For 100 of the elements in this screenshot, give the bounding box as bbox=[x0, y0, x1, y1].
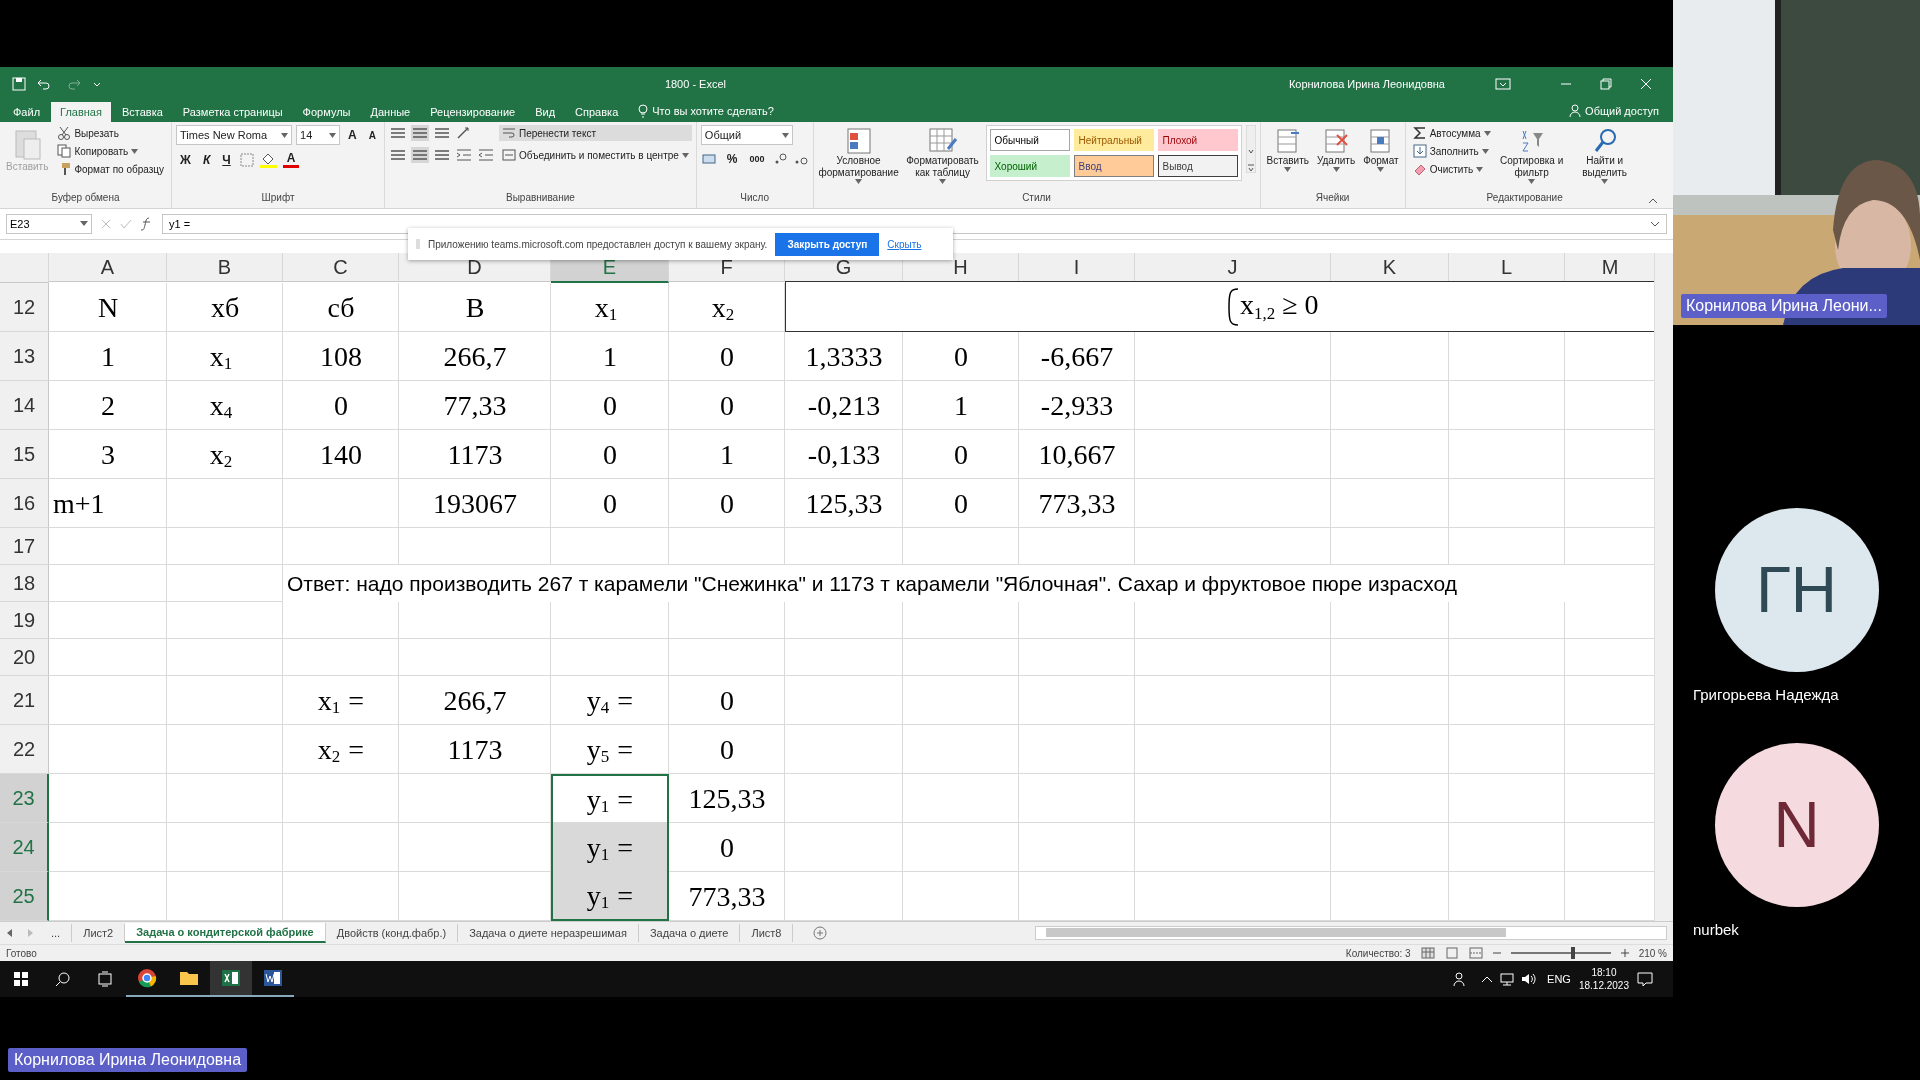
more-sheets-button[interactable]: ... bbox=[40, 924, 73, 942]
page-layout-icon[interactable] bbox=[1444, 947, 1459, 959]
align-center-icon[interactable] bbox=[410, 147, 429, 163]
row-header[interactable]: 14 bbox=[0, 381, 49, 430]
zoom-in-icon[interactable] bbox=[1620, 949, 1629, 957]
cell-style-item[interactable]: Нейтральный bbox=[1073, 129, 1154, 151]
row-header[interactable]: 25 bbox=[0, 872, 49, 921]
volume-icon[interactable] bbox=[1521, 972, 1538, 986]
outdent-icon[interactable] bbox=[476, 147, 495, 163]
share-button[interactable]: Общий доступ bbox=[1555, 100, 1673, 122]
save-icon[interactable] bbox=[12, 76, 26, 91]
hide-link[interactable]: Скрыть bbox=[887, 238, 922, 250]
cut-button[interactable]: Вырезать bbox=[54, 125, 168, 141]
gallery-scroll-icon[interactable] bbox=[1245, 125, 1256, 173]
row-header[interactable]: 20 bbox=[0, 639, 49, 676]
column-header[interactable]: M bbox=[1565, 253, 1654, 282]
fill-color-icon[interactable] bbox=[258, 151, 279, 168]
cell-style-item[interactable]: Плохой bbox=[1157, 129, 1238, 151]
align-bottom-icon[interactable] bbox=[432, 125, 451, 141]
cell-style-item[interactable]: Хороший bbox=[989, 155, 1070, 177]
font-size-select[interactable]: 14 bbox=[296, 125, 341, 145]
stop-sharing-button[interactable]: Закрыть доступ bbox=[775, 232, 880, 256]
fill-button[interactable]: Заполнить bbox=[1409, 143, 1494, 159]
ribbon-tab[interactable]: Вставка bbox=[112, 102, 172, 122]
autosum-button[interactable]: Автосумма bbox=[1409, 125, 1494, 141]
cell-style-item[interactable]: Обычный bbox=[989, 129, 1070, 151]
bold-button[interactable]: Ж bbox=[176, 152, 195, 167]
column-header[interactable]: B bbox=[167, 253, 283, 282]
cells-button[interactable]: Вставить bbox=[1264, 125, 1311, 192]
indent-icon[interactable] bbox=[454, 147, 473, 163]
font-color-button[interactable]: A bbox=[282, 151, 300, 168]
network-icon[interactable] bbox=[1499, 972, 1516, 986]
row-header[interactable]: 21 bbox=[0, 676, 49, 725]
name-box[interactable]: E23 bbox=[6, 214, 92, 234]
format-as-table-button[interactable]: Форматировать как таблицу bbox=[903, 125, 982, 192]
cells-button[interactable]: Удалить bbox=[1314, 125, 1358, 192]
shrink-font-button[interactable]: A bbox=[364, 129, 380, 141]
row-header[interactable]: 18 bbox=[0, 565, 49, 602]
tray-caret-icon[interactable] bbox=[1481, 974, 1494, 984]
people-icon[interactable] bbox=[1451, 971, 1468, 987]
horizontal-scrollbar[interactable] bbox=[1035, 926, 1667, 940]
row-header[interactable]: 23 bbox=[0, 774, 49, 823]
add-sheet-icon[interactable] bbox=[813, 926, 828, 940]
row-header[interactable]: 12 bbox=[0, 283, 49, 332]
sheet-tab[interactable]: Задача о диете bbox=[638, 924, 741, 942]
vertical-scrollbar[interactable] bbox=[1654, 253, 1673, 921]
sheet-tab[interactable]: Лист8 bbox=[740, 924, 794, 942]
find-select-button[interactable]: Найти и выделить bbox=[1569, 125, 1640, 192]
search-icon[interactable] bbox=[55, 971, 71, 987]
ribbon-tab[interactable]: Формулы bbox=[293, 102, 360, 122]
ribbon-tab[interactable]: Справка bbox=[566, 102, 628, 122]
row-header[interactable]: 15 bbox=[0, 430, 49, 479]
thousands-button[interactable]: 000 bbox=[745, 154, 769, 164]
column-header[interactable]: K bbox=[1331, 253, 1449, 282]
column-header[interactable]: A bbox=[49, 253, 167, 282]
ribbon-tab[interactable]: Данные bbox=[361, 102, 420, 122]
row-header[interactable]: 13 bbox=[0, 332, 49, 381]
cells-button[interactable]: Формат bbox=[1361, 125, 1401, 192]
page-break-icon[interactable] bbox=[1468, 947, 1483, 959]
zoom-out-icon[interactable] bbox=[1492, 949, 1501, 957]
row-header[interactable]: 17 bbox=[0, 528, 49, 565]
align-top-icon[interactable] bbox=[388, 125, 407, 141]
italic-button[interactable]: К bbox=[198, 152, 215, 167]
align-left-icon[interactable] bbox=[388, 147, 407, 163]
ribbon-tab[interactable]: Файл bbox=[4, 102, 50, 122]
task-view-icon[interactable] bbox=[97, 971, 113, 987]
ribbon-tab[interactable]: Разметка страницы bbox=[173, 102, 292, 122]
percent-button[interactable]: % bbox=[722, 152, 742, 166]
normal-view-icon[interactable] bbox=[1420, 947, 1435, 959]
format-painter-button[interactable]: Формат по образцу bbox=[54, 161, 168, 177]
ribbon-tab[interactable]: Вид bbox=[526, 102, 565, 122]
font-family-select[interactable]: Times New Roma bbox=[176, 125, 293, 145]
collapse-ribbon-icon[interactable] bbox=[1647, 196, 1658, 204]
cell-style-item[interactable]: Ввод bbox=[1073, 155, 1154, 177]
language-indicator[interactable]: ENG bbox=[1547, 973, 1571, 985]
column-header[interactable]: J bbox=[1135, 253, 1331, 282]
column-header[interactable]: I bbox=[1019, 253, 1135, 282]
sheet-tab[interactable]: Задача о диете неразрешимая bbox=[458, 924, 639, 942]
cell-style-item[interactable]: Вывод bbox=[1157, 155, 1238, 177]
clear-button[interactable]: Очистить bbox=[1409, 161, 1494, 177]
ribbon-display-icon[interactable] bbox=[1495, 76, 1511, 91]
column-header[interactable]: L bbox=[1449, 253, 1565, 282]
row-header[interactable]: 19 bbox=[0, 602, 49, 639]
copy-button[interactable]: Копировать bbox=[54, 143, 168, 159]
underline-button[interactable]: Ч bbox=[218, 152, 235, 167]
clock[interactable]: 18:10 18.12.2023 bbox=[1570, 966, 1637, 992]
windows-icon[interactable] bbox=[13, 971, 29, 987]
conditional-format-button[interactable]: Условное форматирование bbox=[817, 125, 900, 192]
ribbon-tab[interactable]: Главная bbox=[51, 102, 111, 122]
row-header[interactable]: 22 bbox=[0, 725, 49, 774]
currency-icon[interactable] bbox=[700, 151, 719, 167]
folder-icon[interactable] bbox=[179, 969, 199, 987]
grow-font-button[interactable]: A bbox=[344, 128, 361, 142]
notifications-icon[interactable] bbox=[1637, 972, 1653, 986]
row-header[interactable]: 24 bbox=[0, 823, 49, 872]
spreadsheet-app-icon[interactable] bbox=[221, 969, 241, 987]
wrap-text-button[interactable]: Перенести текст bbox=[498, 125, 692, 141]
document-app-icon[interactable] bbox=[263, 969, 283, 987]
merge-center-button[interactable]: Объединить и поместить в центре bbox=[498, 147, 692, 163]
sheet-tab[interactable]: Двойств (конд.фабр.) bbox=[325, 924, 459, 942]
